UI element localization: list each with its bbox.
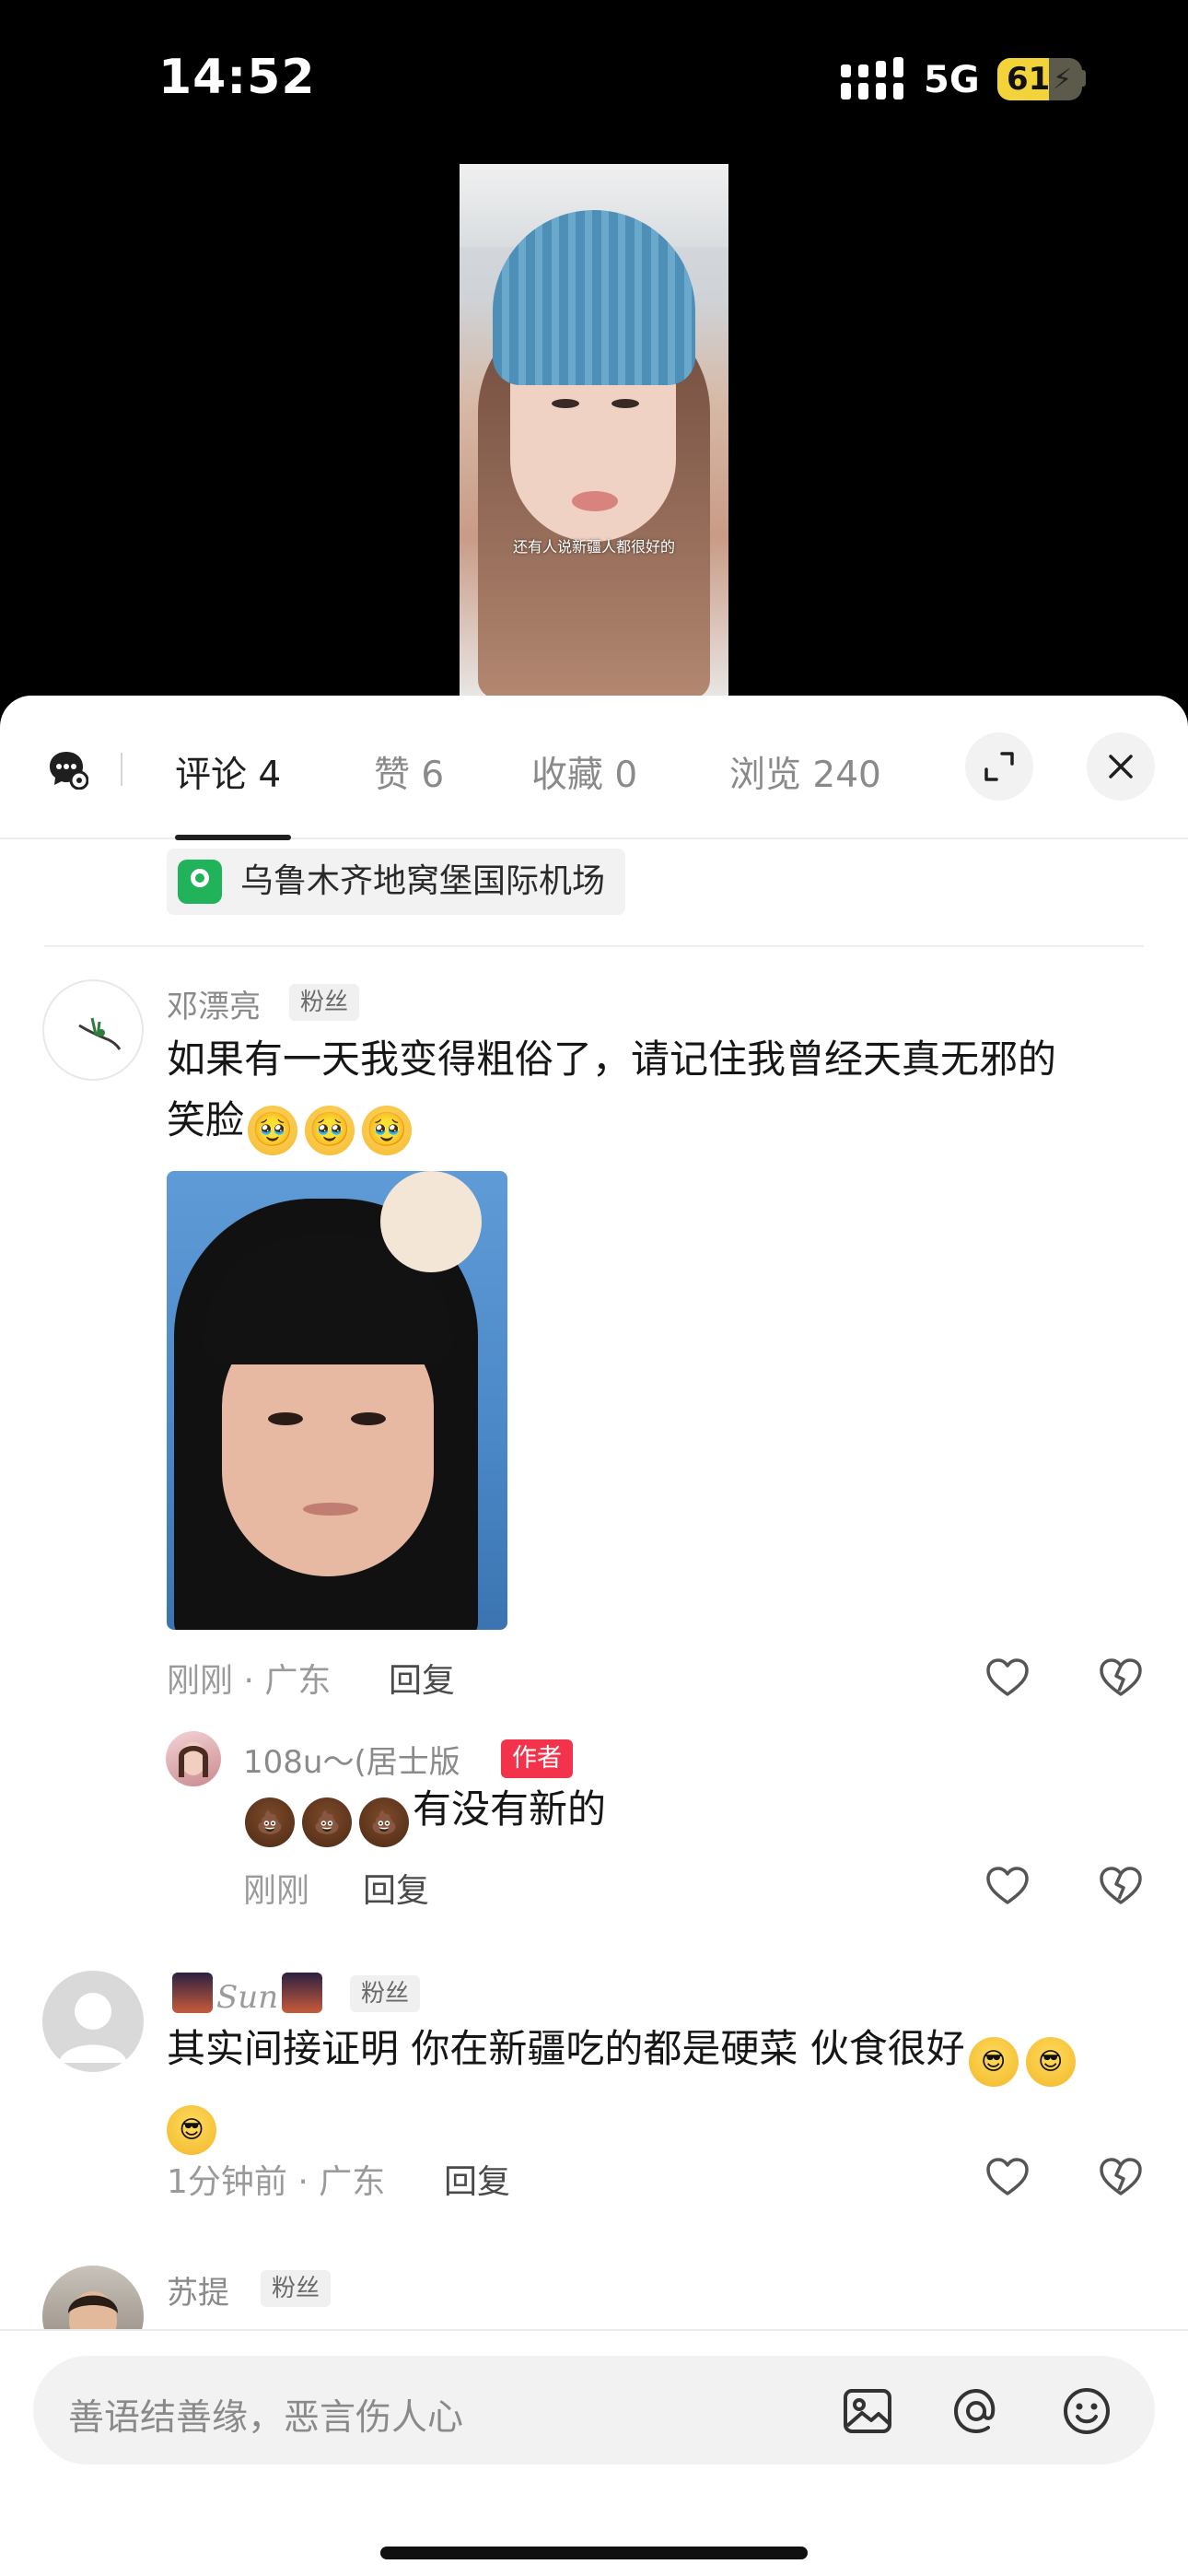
avatar[interactable] [42,1971,144,2072]
fan-badge: 粉丝 [289,984,360,1021]
comment-input-bar: 善语结善缘，恶言伤人心 [0,2329,1188,2576]
at-icon[interactable] [949,2383,1004,2439]
battery-percent: 61 [1007,61,1051,98]
pleading-face-emoji: 🥹 [305,1106,355,1155]
comment-text: 如果有一天我变得粗俗了，请记住我曾经天真无邪的 笑脸 🥹 🥹 🥹 [167,1029,1143,1155]
emoji-icon[interactable] [1059,2383,1114,2439]
pleading-face-emoji: 🥹 [248,1106,298,1155]
close-icon [1109,755,1133,779]
dislike-broken-heart-icon[interactable] [1097,1862,1145,1910]
tab-comments[interactable]: 评论 4 [175,746,281,798]
charging-bolt-icon: ⚡ [1053,64,1073,96]
comment-text: 其实间接证明 你在新疆吃的都是硬菜 伙食很好 😎 😎 😎 [167,2019,1161,2155]
pleading-face-emoji: 🥹 [362,1106,413,1155]
comment-meta: 刚刚 · 广东 [167,1662,332,1700]
location-name: 乌鲁木齐地窝堡国际机场 [240,862,606,900]
poop-emoji: 💩 [359,1797,409,1847]
tab-views[interactable]: 浏览 240 [729,746,881,798]
photo-mouth [303,1503,358,1516]
like-heart-icon[interactable] [984,1654,1031,1702]
avatar[interactable] [166,1731,221,1786]
tab-likes[interactable]: 赞 6 [374,746,444,798]
like-heart-icon[interactable] [984,1862,1031,1910]
location-tag[interactable]: 乌鲁木齐地窝堡国际机场 [167,849,626,915]
dislike-broken-heart-icon[interactable] [1097,2153,1145,2201]
reply-text-content: 有没有新的 [413,1786,607,1832]
avatar[interactable] [42,979,144,1081]
reply-button[interactable]: 回复 [444,2155,510,2203]
default-avatar-icon [59,1993,127,2063]
battery-cap [1081,70,1086,87]
video-person-lips [572,491,618,511]
comment-username[interactable]: 苏提 [167,2267,229,2313]
ai-chat-icon[interactable] [48,749,88,790]
header-divider [121,753,122,786]
photo-eye [268,1412,303,1425]
comment-text-line2: 笑脸 [167,1097,245,1142]
close-button[interactable] [1087,732,1155,801]
comment-username-text: Sun [216,1979,279,2016]
like-heart-icon[interactable] [984,2153,1031,2201]
sunglasses-face-emoji: 😎 [968,2037,1019,2087]
author-badge: 作者 [501,1739,573,1778]
active-tab-indicator [175,835,291,840]
input-placeholder: 善语结善缘，恶言伤人心 [68,2397,464,2439]
poop-emoji: 💩 [302,1797,352,1847]
image-icon[interactable] [840,2383,895,2439]
reply-meta: 刚刚 [243,1872,310,1910]
reply-button[interactable]: 回复 [389,1654,455,1702]
signal-strength-icon [841,57,903,100]
expand-button[interactable] [965,732,1033,801]
reply-text: 💩 💩 💩 有没有新的 [241,1779,1070,1847]
divider [44,945,1144,947]
battery-icon: 61 ⚡ [997,58,1082,100]
sunglasses-face-emoji: 😎 [167,2105,216,2155]
comment-username[interactable]: 邓漂亮 [167,981,261,1026]
sunset-emoji [172,1973,213,2013]
video-person-eye [552,399,579,408]
comment-text-line1: 如果有一天我变得粗俗了，请记住我曾经天真无邪的 [167,1036,1057,1082]
reply-username[interactable]: 108u～(居士版 [243,1737,460,1782]
sunglasses-face-emoji: 😎 [1025,2037,1076,2087]
video-person-eye [611,399,639,408]
status-bar: 14:52 5G 61 ⚡ [0,0,1188,147]
status-time: 14:52 [158,50,316,105]
sunset-emoji [282,1973,323,2013]
comment-username[interactable]: Sun [169,1973,326,2016]
fan-badge: 粉丝 [261,2270,332,2307]
dislike-broken-heart-icon[interactable] [1097,1654,1145,1702]
video-caption: 还有人说新疆人都很好的 [512,538,675,556]
photo-eye [351,1412,386,1425]
avatar-image [78,1017,122,1050]
comment-meta: 1分钟前 · 广东 [167,2163,386,2201]
network-type: 5G [924,59,980,101]
photo-hair-bow [380,1171,482,1272]
comment-text-content: 其实间接证明 你在新疆吃的都是硬菜 伙食很好 [167,2026,965,2071]
fan-badge: 粉丝 [350,1975,421,2012]
expand-icon [984,752,1014,781]
comment-input[interactable]: 善语结善缘，恶言伤人心 [33,2356,1155,2465]
comment-sheet: 评论 4 赞 6 收藏 0 浏览 240 乌鲁木齐地窝堡国际机场 邓漂亮 粉丝 [0,696,1188,2576]
sheet-header: 评论 4 赞 6 收藏 0 浏览 240 [0,696,1188,840]
reply-button[interactable]: 回复 [363,1864,429,1912]
tab-favorites[interactable]: 收藏 0 [531,746,637,798]
poop-emoji: 💩 [245,1797,295,1847]
avatar-image [179,1742,208,1777]
location-pin-icon [178,860,222,904]
video-player[interactable]: 还有人说新疆人都很好的 [460,164,728,697]
home-indicator[interactable] [380,2547,808,2559]
comment-image[interactable] [167,1171,507,1630]
